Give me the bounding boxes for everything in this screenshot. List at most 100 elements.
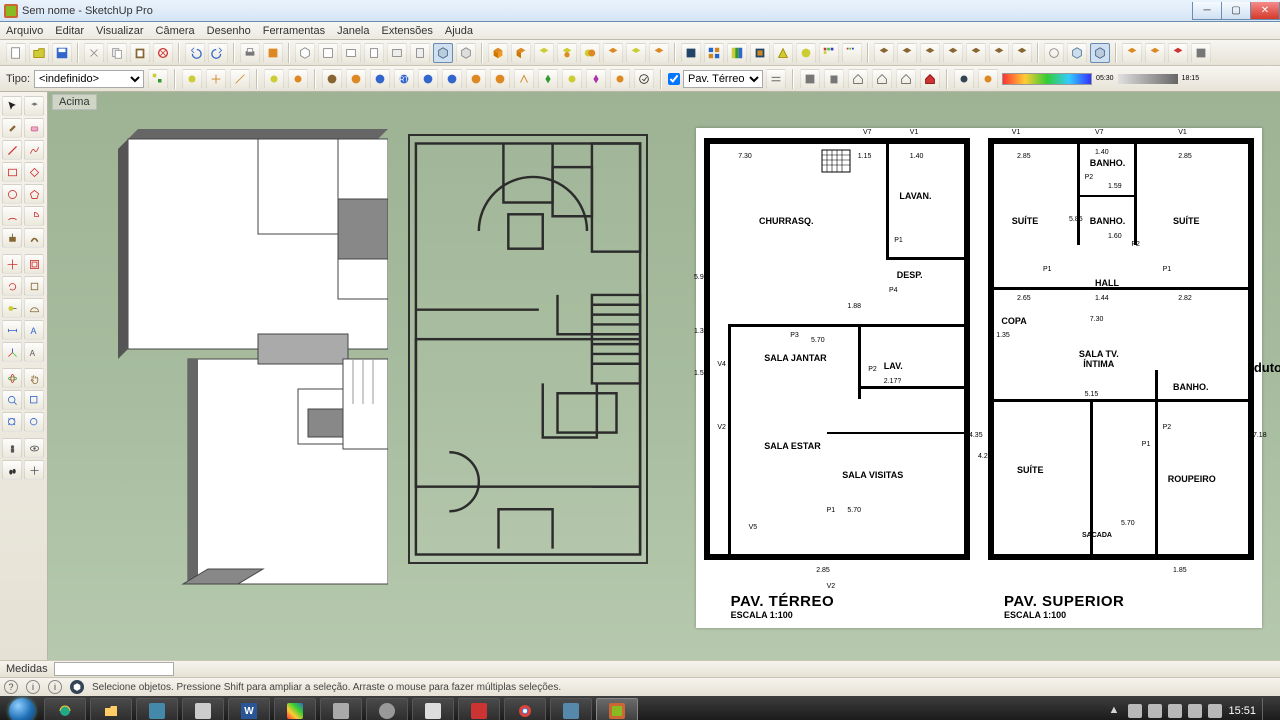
type-select[interactable]: <indefinido> — [34, 70, 144, 88]
layer-visible-checkbox[interactable] — [668, 73, 680, 85]
dynamic-f-icon[interactable] — [442, 69, 462, 89]
paint-tool-icon[interactable] — [2, 118, 22, 138]
new-file-icon[interactable] — [6, 43, 26, 63]
plugin-d-icon[interactable] — [943, 43, 963, 63]
dynamic-n-icon[interactable] — [634, 69, 654, 89]
task-app-b[interactable] — [182, 698, 224, 720]
house-c-icon[interactable] — [896, 69, 916, 89]
save-icon[interactable] — [52, 43, 72, 63]
xray-icon[interactable] — [681, 43, 701, 63]
dynamic-c-icon[interactable] — [370, 69, 390, 89]
right-view-icon[interactable] — [364, 43, 384, 63]
intersect-icon[interactable] — [557, 43, 577, 63]
menu-arquivo[interactable]: Arquivo — [6, 25, 43, 37]
3d-text-tool-icon[interactable]: A — [24, 342, 44, 362]
menu-editar[interactable]: Editar — [55, 25, 84, 37]
zoom-window-tool-icon[interactable] — [24, 390, 44, 410]
rectangle-tool-icon[interactable] — [2, 162, 22, 182]
extension-b-icon[interactable] — [1168, 43, 1188, 63]
tray-flag-icon[interactable] — [1168, 704, 1182, 718]
dynamic-k-icon[interactable] — [562, 69, 582, 89]
walk-tool-icon[interactable] — [2, 460, 22, 480]
pan-tool-icon[interactable] — [24, 368, 44, 388]
task-chrome[interactable] — [504, 698, 546, 720]
arc-tool-icon[interactable] — [2, 206, 22, 226]
start-button[interactable] — [4, 697, 40, 720]
plugin-b-icon[interactable] — [897, 43, 917, 63]
plugin-e-icon[interactable] — [966, 43, 986, 63]
follow-me-tool-icon[interactable] — [24, 228, 44, 248]
viewport[interactable]: Acima — [48, 92, 1280, 660]
type-options-icon[interactable] — [148, 69, 168, 89]
location-icon[interactable] — [800, 69, 820, 89]
component-tool-icon[interactable] — [24, 96, 44, 116]
rotate-tool-icon[interactable] — [2, 276, 22, 296]
component-icon[interactable] — [488, 43, 508, 63]
plugin-a-icon[interactable] — [874, 43, 894, 63]
model-info-icon[interactable] — [263, 43, 283, 63]
maximize-button[interactable]: ▢ — [1221, 2, 1251, 20]
warehouse-icon[interactable] — [1122, 43, 1142, 63]
close-button[interactable]: ✕ — [1250, 2, 1280, 20]
delete-icon[interactable] — [153, 43, 173, 63]
menu-janela[interactable]: Janela — [337, 25, 369, 37]
print-icon[interactable] — [240, 43, 260, 63]
dynamic-i-icon[interactable] — [514, 69, 534, 89]
eraser-tool-icon[interactable] — [24, 118, 44, 138]
task-app-d[interactable] — [320, 698, 362, 720]
scale-tool-icon[interactable] — [24, 276, 44, 296]
show-desktop-button[interactable] — [1262, 698, 1270, 720]
layer-select[interactable]: Pav. Térreo — [683, 70, 763, 88]
offset-tool-icon[interactable] — [24, 254, 44, 274]
color-by-axis-icon[interactable] — [842, 43, 862, 63]
house-d-icon[interactable] — [920, 69, 940, 89]
task-app-g[interactable] — [458, 698, 500, 720]
sandbox-a-icon[interactable] — [1044, 43, 1064, 63]
minimize-button[interactable]: ─ — [1192, 2, 1222, 20]
redo-icon[interactable] — [208, 43, 228, 63]
info-a-icon[interactable]: i — [26, 680, 40, 694]
position-camera-tool-icon[interactable] — [2, 438, 22, 458]
text-tool-icon[interactable]: A — [24, 320, 44, 340]
split-icon[interactable] — [649, 43, 669, 63]
dynamic-m-icon[interactable] — [610, 69, 630, 89]
line-tool-icon[interactable] — [2, 140, 22, 160]
menu-visualizar[interactable]: Visualizar — [96, 25, 144, 37]
face-style-active-icon[interactable] — [433, 43, 453, 63]
shadow-e-icon[interactable] — [288, 69, 308, 89]
undo-icon[interactable] — [185, 43, 205, 63]
extension-c-icon[interactable] — [1191, 43, 1211, 63]
back-view-icon[interactable] — [387, 43, 407, 63]
open-file-icon[interactable] — [29, 43, 49, 63]
shadow-settings-icon[interactable] — [978, 69, 998, 89]
paste-icon[interactable] — [130, 43, 150, 63]
group-icon[interactable] — [511, 43, 531, 63]
iso-icon[interactable] — [295, 43, 315, 63]
sandbox-b-icon[interactable] — [1067, 43, 1087, 63]
subtract-icon[interactable] — [603, 43, 623, 63]
shaded-icon[interactable] — [750, 43, 770, 63]
plugin-f-icon[interactable] — [989, 43, 1009, 63]
tape-tool-icon[interactable] — [2, 298, 22, 318]
face-style-icon[interactable] — [456, 43, 476, 63]
dynamic-j-icon[interactable] — [538, 69, 558, 89]
texture-icon[interactable] — [796, 43, 816, 63]
zoom-extents-tool-icon[interactable] — [2, 412, 22, 432]
task-app-f[interactable] — [412, 698, 454, 720]
tray-volume-icon[interactable] — [1208, 704, 1222, 718]
month-slider[interactable] — [1002, 73, 1092, 85]
wireframe-icon[interactable] — [704, 43, 724, 63]
shadow-b-icon[interactable] — [206, 69, 226, 89]
menu-desenho[interactable]: Desenho — [207, 25, 251, 37]
protractor-tool-icon[interactable] — [24, 298, 44, 318]
task-app-h[interactable] — [550, 698, 592, 720]
pie-tool-icon[interactable] — [24, 206, 44, 226]
task-word[interactable]: W — [228, 698, 270, 720]
pushpull-tool-icon[interactable] — [2, 228, 22, 248]
extension-a-icon[interactable] — [1145, 43, 1165, 63]
dynamic-d-icon[interactable]: RT — [394, 69, 414, 89]
house-b-icon[interactable] — [872, 69, 892, 89]
move-tool-icon[interactable] — [2, 254, 22, 274]
dimension-tool-icon[interactable] — [2, 320, 22, 340]
look-around-tool-icon[interactable] — [24, 438, 44, 458]
